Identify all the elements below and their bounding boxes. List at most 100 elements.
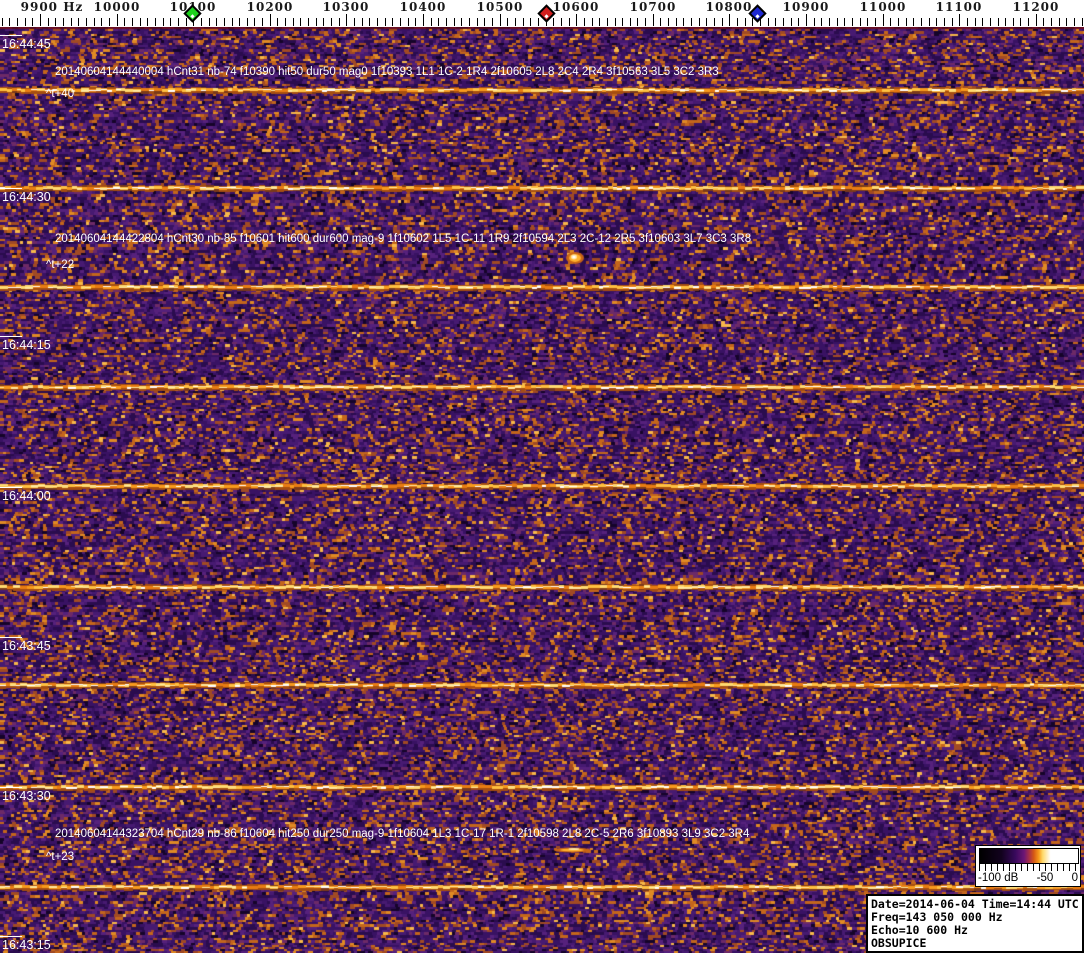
- ruler-tick: [392, 18, 393, 26]
- ruler-tick: [346, 14, 347, 26]
- ruler-tick: [454, 18, 455, 26]
- blue-diamond-marker-core: [755, 14, 760, 19]
- ruler-tick: [277, 18, 278, 26]
- red-diamond-marker-core: [544, 14, 549, 19]
- time-tick: [0, 487, 22, 488]
- ruler-tick: [691, 18, 692, 26]
- ruler-tick: [369, 18, 370, 26]
- ruler-tick: [500, 14, 501, 26]
- ruler-label-10700: 10700: [629, 0, 677, 14]
- colorbar-legend: -100 dB -50 0: [975, 845, 1081, 887]
- ruler-label-11000: 11000: [859, 0, 907, 14]
- ruler-tick: [132, 18, 133, 26]
- ruler-tick: [101, 18, 102, 26]
- ruler-tick: [262, 18, 263, 26]
- ruler-tick: [952, 18, 953, 26]
- ruler-tick: [523, 18, 524, 26]
- ruler-label-10800: 10800: [705, 0, 753, 14]
- ruler-tick: [507, 18, 508, 26]
- status-freq: Freq=143 050 000 Hz: [871, 910, 1003, 924]
- ruler-tick: [584, 18, 585, 26]
- ruler-tick: [676, 18, 677, 26]
- ruler-tick: [109, 18, 110, 26]
- ruler-tick: [155, 18, 156, 26]
- ruler-tick: [921, 18, 922, 26]
- ruler-tick: [170, 18, 171, 26]
- ruler-tick: [477, 18, 478, 26]
- ruler-tick: [630, 18, 631, 26]
- ruler-tick: [1028, 18, 1029, 26]
- ruler-label-10300: 10300: [322, 0, 370, 14]
- ruler-tick: [553, 18, 554, 26]
- ruler-tick: [990, 18, 991, 26]
- ruler-tick: [239, 18, 240, 26]
- time-tick: [0, 637, 22, 638]
- ruler-tick: [431, 18, 432, 26]
- colorbar-ticks: [979, 864, 1079, 871]
- ruler-tick: [706, 18, 707, 26]
- ruler-tick: [216, 18, 217, 26]
- ruler-tick: [599, 18, 600, 26]
- ruler-label-10900: 10900: [782, 0, 830, 14]
- ruler-tick: [71, 18, 72, 26]
- ruler-tick: [844, 18, 845, 26]
- ruler-tick: [722, 18, 723, 26]
- ruler-tick: [438, 18, 439, 26]
- ruler-tick: [615, 18, 616, 26]
- ruler-tick: [492, 18, 493, 26]
- spectrogram-canvas: [0, 27, 1084, 953]
- ruler-tick: [898, 18, 899, 26]
- ruler-label-10500: 10500: [476, 0, 524, 14]
- ruler-tick: [178, 18, 179, 26]
- ruler-tick: [78, 18, 79, 26]
- status-box: Date=2014-06-04 Time=14:44 UTC Freq=143 …: [866, 894, 1084, 953]
- ruler-label-11100: 11100: [935, 0, 983, 14]
- ruler-tick: [140, 18, 141, 26]
- ruler-tick: [124, 18, 125, 26]
- ruler-tick: [883, 14, 884, 26]
- ruler-tick: [668, 18, 669, 26]
- ruler-tick: [783, 18, 784, 26]
- ruler-tick: [1043, 18, 1044, 26]
- ruler-tick: [1005, 18, 1006, 26]
- ruler-label-10600: 10600: [552, 0, 600, 14]
- ruler-tick: [1013, 18, 1014, 26]
- colorbar-labels: -100 dB -50 0: [978, 872, 1078, 886]
- ruler-tick: [408, 18, 409, 26]
- ruler-tick: [737, 18, 738, 26]
- detection-time-mark-1: ^t+40: [46, 88, 75, 100]
- ruler-tick: [752, 18, 753, 26]
- time-label: 16:44:15: [2, 338, 51, 352]
- time-tick: [0, 787, 22, 788]
- ruler-tick: [768, 18, 769, 26]
- ruler-tick: [63, 18, 64, 26]
- time-label: 16:43:30: [2, 789, 51, 803]
- ruler-tick: [975, 18, 976, 26]
- ruler-tick: [637, 18, 638, 26]
- ruler-tick: [385, 18, 386, 26]
- frequency-ruler: 9900 Hz100001010010200103001040010500106…: [0, 0, 1084, 27]
- ruler-tick: [683, 18, 684, 26]
- ruler-tick: [699, 18, 700, 26]
- time-label: 16:43:45: [2, 639, 51, 653]
- detection-annotation-1: 20140604144440004 hCnt31 nb-74 f10390 hi…: [55, 66, 719, 78]
- detection-annotation-3: 20140604144323704 hCnt29 nb-86 f10604 hi…: [55, 828, 750, 840]
- ruler-tick: [837, 18, 838, 26]
- status-station: OBSUPICE: [871, 936, 927, 950]
- blue-diamond-marker-fill: [751, 7, 764, 20]
- green-diamond-marker-core: [190, 14, 195, 19]
- ruler-tick: [270, 14, 271, 26]
- ruler-tick: [254, 18, 255, 26]
- ruler-tick: [331, 18, 332, 26]
- detection-time-mark-2: ^t+22: [46, 259, 75, 271]
- ruler-tick: [339, 18, 340, 26]
- status-date-time: Date=2014-06-04 Time=14:44 UTC: [871, 897, 1079, 911]
- ruler-tick: [906, 18, 907, 26]
- ruler-tick: [285, 18, 286, 26]
- time-tick: [0, 936, 22, 937]
- ruler-tick: [660, 18, 661, 26]
- ruler-tick: [814, 18, 815, 26]
- ruler-tick: [86, 18, 87, 26]
- ruler-tick: [1051, 18, 1052, 26]
- time-tick: [0, 188, 22, 189]
